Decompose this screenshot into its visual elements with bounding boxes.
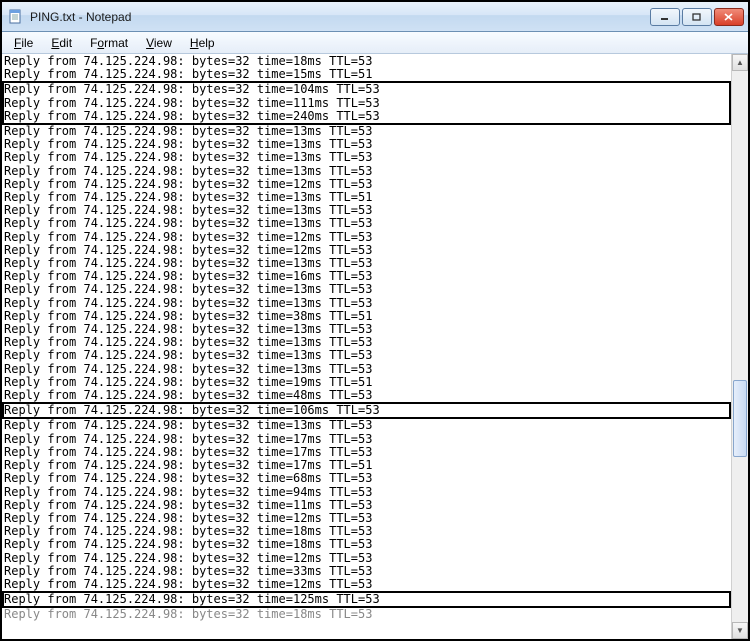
highlighted-lines: Reply from 74.125.224.98: bytes=32 time=… (2, 402, 731, 419)
ping-line: Reply from 74.125.224.98: bytes=32 time=… (4, 349, 729, 362)
menu-view[interactable]: View (138, 34, 180, 52)
ping-line: Reply from 74.125.224.98: bytes=32 time=… (4, 217, 729, 230)
ping-line: Reply from 74.125.224.98: bytes=32 time=… (4, 231, 729, 244)
notepad-window: PING.txt - Notepad File Edit Format View… (2, 2, 748, 639)
scroll-up-button[interactable]: ▲ (732, 54, 748, 71)
window-title: PING.txt - Notepad (30, 10, 644, 24)
ping-line: Reply from 74.125.224.98: bytes=32 time=… (4, 363, 729, 376)
ping-line: Reply from 74.125.224.98: bytes=32 time=… (4, 433, 729, 446)
highlighted-lines: Reply from 74.125.224.98: bytes=32 time=… (2, 81, 731, 125)
ping-line: Reply from 74.125.224.98: bytes=32 time=… (4, 499, 729, 512)
text-area[interactable]: Reply from 74.125.224.98: bytes=32 time=… (2, 54, 731, 639)
ping-line: Reply from 74.125.224.98: bytes=32 time=… (4, 151, 729, 164)
ping-line: Reply from 74.125.224.98: bytes=32 time=… (4, 593, 729, 606)
ping-line: Reply from 74.125.224.98: bytes=32 time=… (4, 389, 729, 402)
notepad-icon (8, 9, 24, 25)
ping-line: Reply from 74.125.224.98: bytes=32 time=… (4, 165, 729, 178)
ping-line: Reply from 74.125.224.98: bytes=32 time=… (4, 486, 729, 499)
close-button[interactable] (714, 8, 744, 26)
ping-line: Reply from 74.125.224.98: bytes=32 time=… (4, 608, 729, 621)
ping-line: Reply from 74.125.224.98: bytes=32 time=… (4, 68, 729, 81)
scroll-thumb[interactable] (733, 380, 747, 457)
ping-line: Reply from 74.125.224.98: bytes=32 time=… (4, 472, 729, 485)
window-controls (650, 8, 744, 26)
highlighted-lines: Reply from 74.125.224.98: bytes=32 time=… (2, 591, 731, 608)
client-area: Reply from 74.125.224.98: bytes=32 time=… (2, 54, 748, 639)
ping-line: Reply from 74.125.224.98: bytes=32 time=… (4, 552, 729, 565)
titlebar[interactable]: PING.txt - Notepad (2, 2, 748, 32)
ping-line: Reply from 74.125.224.98: bytes=32 time=… (4, 110, 729, 123)
ping-line: Reply from 74.125.224.98: bytes=32 time=… (4, 538, 729, 551)
ping-line: Reply from 74.125.224.98: bytes=32 time=… (4, 83, 729, 96)
ping-line: Reply from 74.125.224.98: bytes=32 time=… (4, 97, 729, 110)
scroll-down-button[interactable]: ▼ (732, 622, 748, 639)
menu-file[interactable]: File (6, 34, 41, 52)
minimize-button[interactable] (650, 8, 680, 26)
menu-help[interactable]: Help (182, 34, 223, 52)
maximize-button[interactable] (682, 8, 712, 26)
vertical-scrollbar[interactable]: ▲ ▼ (731, 54, 748, 639)
ping-line: Reply from 74.125.224.98: bytes=32 time=… (4, 404, 729, 417)
menubar: File Edit Format View Help (2, 32, 748, 54)
ping-line: Reply from 74.125.224.98: bytes=32 time=… (4, 419, 729, 432)
ping-line: Reply from 74.125.224.98: bytes=32 time=… (4, 578, 729, 591)
menu-format[interactable]: Format (82, 34, 136, 52)
menu-edit[interactable]: Edit (43, 34, 80, 52)
ping-line: Reply from 74.125.224.98: bytes=32 time=… (4, 297, 729, 310)
ping-line: Reply from 74.125.224.98: bytes=32 time=… (4, 565, 729, 578)
scroll-track[interactable] (732, 71, 748, 622)
ping-line: Reply from 74.125.224.98: bytes=32 time=… (4, 283, 729, 296)
